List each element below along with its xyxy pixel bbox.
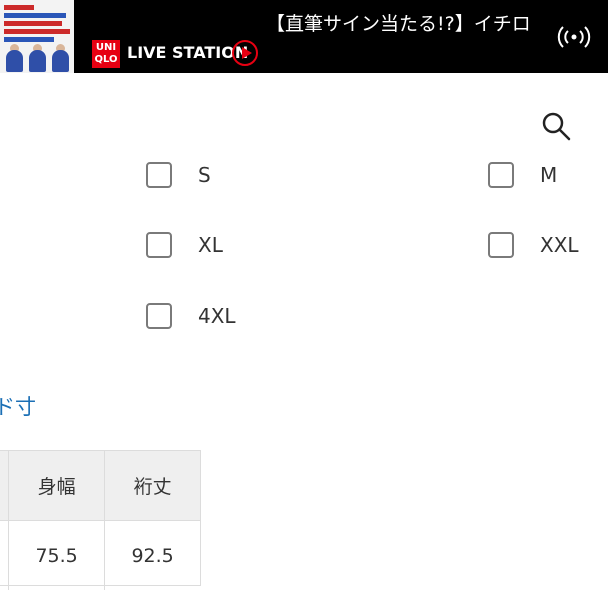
table-row: 75.5 92.5 xyxy=(0,520,200,590)
broadcast-icon[interactable] xyxy=(554,22,594,52)
brand-logo: UNI QLO xyxy=(92,40,120,68)
size-label-s: S xyxy=(198,163,211,187)
table-cell: 75.5 xyxy=(7,520,105,590)
size-label-4xl[interactable]: 4XL xyxy=(198,303,236,329)
size-label-xl[interactable]: XL xyxy=(198,232,223,258)
size-label-m: M xyxy=(540,163,558,187)
size-label-xxl[interactable]: XXL xyxy=(540,232,579,258)
search-icon[interactable] xyxy=(540,110,572,142)
live-station-title: LIVE STATION xyxy=(127,43,249,62)
size-checkbox-4xl[interactable] xyxy=(146,303,172,329)
size-checkbox-m[interactable] xyxy=(488,162,514,188)
size-checkbox-s[interactable] xyxy=(146,162,172,188)
live-ticker-text[interactable]: 【直筆サイン当たる!?】イチロ xyxy=(266,9,538,39)
play-circle-icon[interactable] xyxy=(232,40,258,66)
size-checkbox-xl[interactable] xyxy=(146,232,172,258)
size-guide-link[interactable]: ド寸 xyxy=(0,393,36,421)
live-station-banner[interactable]: 【直筆サイン当たる!?】イチロ UNI QLO LIVE STATION xyxy=(0,0,608,73)
table-cell: 92.5 xyxy=(104,520,200,590)
table-header-cell: 裄丈 xyxy=(104,451,200,521)
size-checkbox-xxl[interactable] xyxy=(488,232,514,258)
size-table: 身幅 裄丈 75.5 92.5 xyxy=(0,450,201,590)
table-header-cell xyxy=(0,451,9,521)
table-header-row: 身幅 裄丈 xyxy=(0,451,200,521)
table-header-cell: 身幅 xyxy=(7,451,105,521)
live-thumbnail[interactable] xyxy=(0,0,74,73)
table-cell xyxy=(0,520,9,590)
